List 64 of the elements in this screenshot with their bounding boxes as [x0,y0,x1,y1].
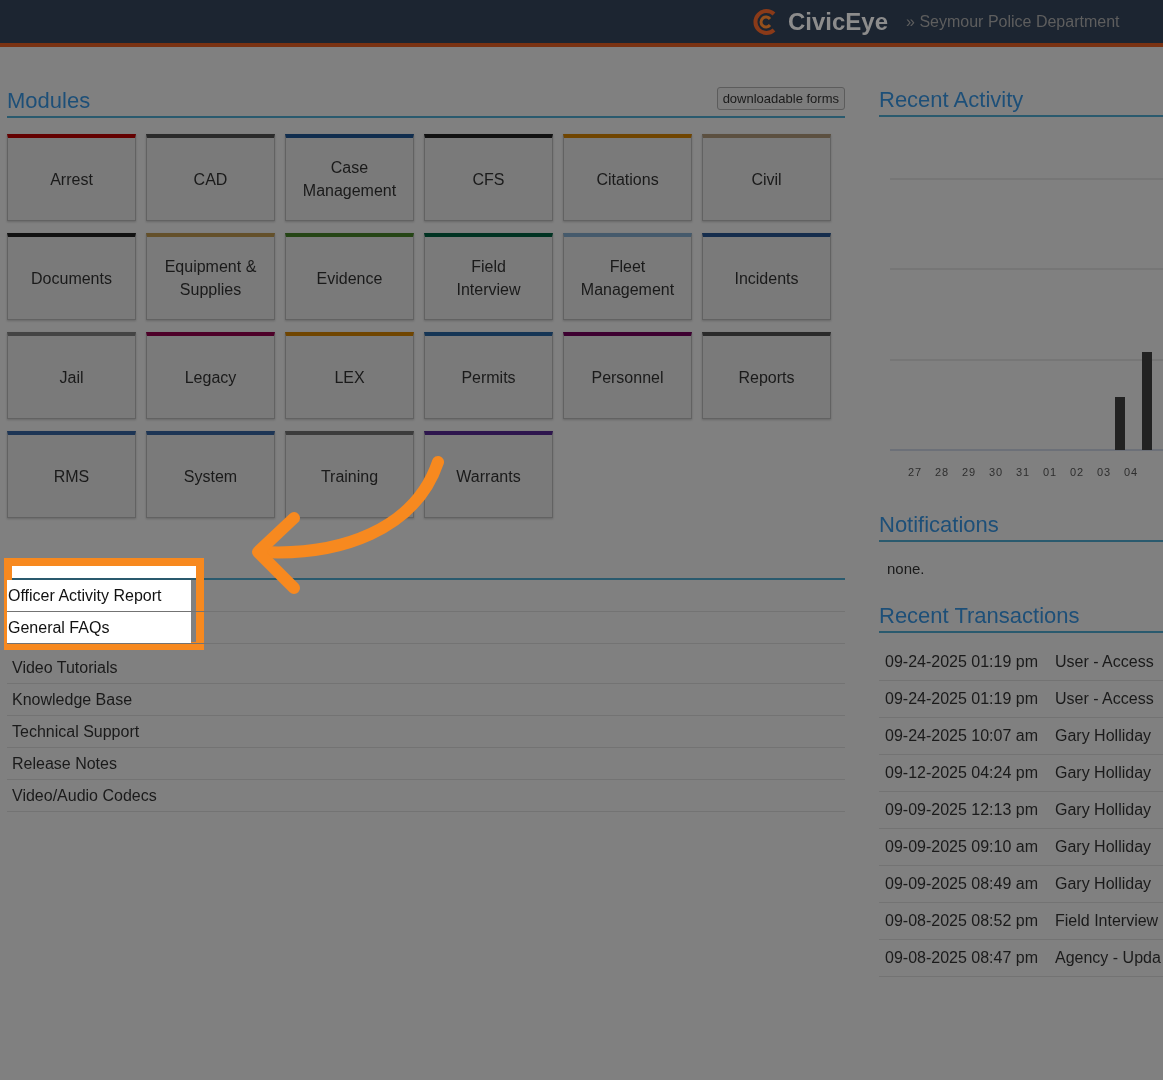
module-tile[interactable]: Case Management [285,134,414,221]
resource-link[interactable]: Video/Audio Codecs [12,780,157,811]
module-tile[interactable]: Incidents [702,233,831,320]
axis-label: 02 [1070,466,1086,478]
module-tile[interactable]: Fleet Management [563,233,692,320]
transaction-time: 09-24-2025 01:19 pm [885,652,1038,672]
module-tile[interactable]: RMS [7,431,136,518]
axis-label: 29 [962,466,978,478]
module-tile[interactable]: Jail [7,332,136,419]
module-tile[interactable]: Warrants [424,431,553,518]
transaction-time: 09-08-2025 08:52 pm [885,911,1038,931]
transaction-time: 09-09-2025 09:10 am [885,837,1038,857]
module-tile[interactable]: Field Interview [424,233,553,320]
resource-link[interactable]: Knowledge Base [12,684,133,715]
transaction-time: 09-12-2025 04:24 pm [885,763,1038,783]
transaction-link[interactable]: Gary Holliday [1055,866,1152,902]
resource-link[interactable]: Release Notes [12,748,117,779]
transaction-link[interactable]: Gary Holliday [1055,718,1152,754]
module-tile[interactable]: CFS [424,134,553,221]
axis-label: 30 [989,466,1005,478]
module-tile[interactable]: Evidence [285,233,414,320]
notification-text: none. [887,560,925,577]
module-tile[interactable]: Documents [7,233,136,320]
axis-label: 27 [908,466,924,478]
section-heading: Modules [7,88,91,114]
axis-label: 28 [935,466,951,478]
forms-button[interactable]: downloadable forms [716,87,845,110]
module-tile[interactable]: Citations [563,134,692,221]
brand-name[interactable]: CivicEye [788,7,889,36]
axis-label: 03 [1097,466,1113,478]
transaction-time: 09-09-2025 08:49 am [885,874,1038,894]
module-tile[interactable]: Permits [424,332,553,419]
transaction-time: 09-09-2025 12:13 pm [885,800,1038,820]
transaction-time: 09-24-2025 10:07 am [885,726,1038,746]
module-tile[interactable]: Arrest [7,134,136,221]
section-heading: Recent Transactions [879,603,1080,629]
module-tile[interactable]: System [146,431,275,518]
resource-link[interactable]: Video Tutorials [12,652,118,683]
transaction-time: 09-08-2025 08:47 pm [885,948,1038,968]
module-tile[interactable]: Reports [702,332,831,419]
section-heading: Recent Activity [879,87,1024,113]
resource-link[interactable]: General FAQs [7,612,191,643]
module-tile[interactable]: LEX [285,332,414,419]
transaction-link[interactable]: Agency - Upda [1055,940,1161,976]
module-tile[interactable]: CAD [146,134,275,221]
transaction-link[interactable]: Gary Holliday [1055,829,1152,865]
transaction-time: 09-24-2025 01:19 pm [885,689,1038,709]
section-heading: Notifications [879,512,999,538]
module-tile[interactable]: Legacy [146,332,275,419]
axis-label: 01 [1043,466,1059,478]
module-tile[interactable]: Training [285,431,414,518]
module-tile[interactable]: Personnel [563,332,692,419]
transaction-link[interactable]: Gary Holliday [1055,792,1152,828]
transaction-link[interactable]: Gary Holliday [1055,755,1152,791]
module-tile[interactable]: Civil [702,134,831,221]
transaction-link[interactable]: User - Access [1055,644,1154,680]
transaction-link[interactable]: User - Access [1055,681,1154,717]
transaction-link[interactable]: Field Interview [1055,903,1159,939]
breadcrumb[interactable]: » Seymour Police Department [906,12,1120,31]
resource-link[interactable]: Officer Activity Report [7,580,191,611]
axis-label: 04 [1124,466,1140,478]
resource-link[interactable]: Technical Support [12,716,140,747]
module-tile[interactable]: Equipment & Supplies [146,233,275,320]
axis-label: 31 [1016,466,1032,478]
